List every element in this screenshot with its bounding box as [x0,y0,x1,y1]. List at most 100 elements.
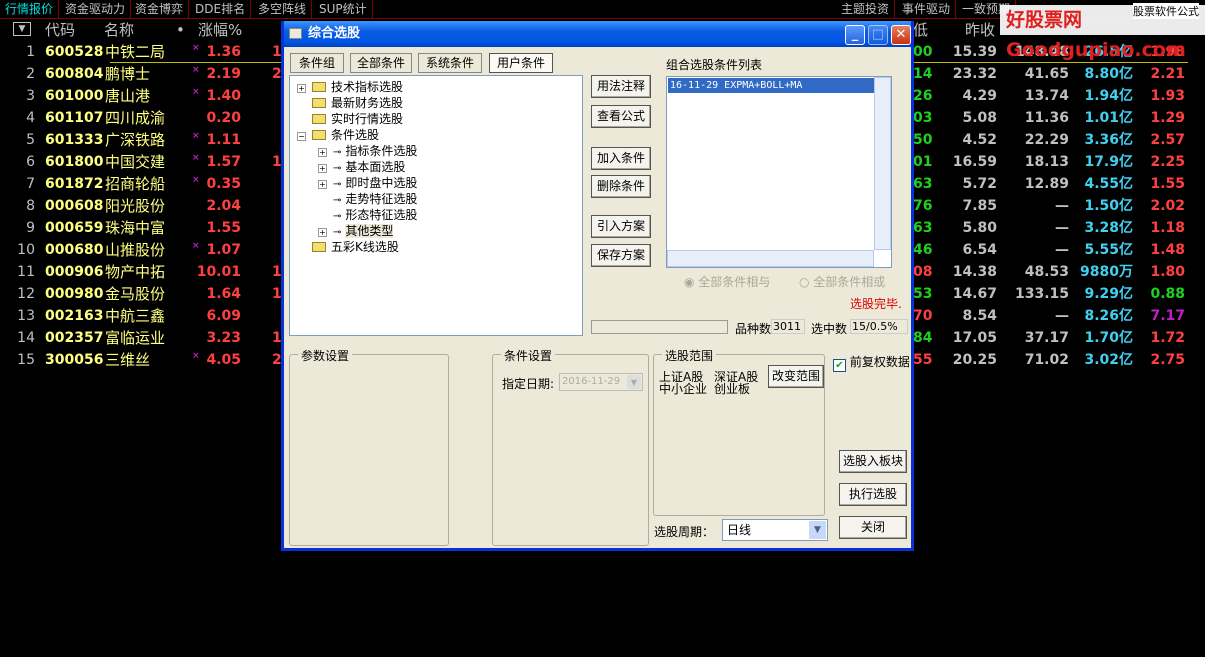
pe-ratio: 71.02 [1024,352,1069,368]
row-index: 3 [26,88,35,104]
header-low[interactable]: 低 [913,20,928,40]
top-tab[interactable]: 主题投资 [836,0,896,19]
pe-ratio: — [1055,242,1069,258]
collapse-icon[interactable]: − [297,132,306,141]
tree-node-label: 指标条件选股 [345,144,418,158]
range-label: 选股范围 [662,347,717,364]
prev-close: 7.85 [962,198,997,214]
add-condition-button[interactable]: 加入条件 [591,147,651,170]
close-icon[interactable]: ✕ [891,25,911,45]
header-prev-close[interactable]: 昨收 [965,20,995,40]
pe-ratio: 12.89 [1024,176,1069,192]
column-menu-button[interactable]: ▼ [13,22,31,36]
chevron-down-icon[interactable]: ▼ [627,375,641,389]
row-index: 4 [26,110,35,126]
stock-code: 000608 [45,198,104,214]
close-button[interactable]: 关闭 [839,516,907,539]
usage-notes-button[interactable]: 用法注释 [591,75,651,98]
save-plan-button[interactable]: 保存方案 [591,244,651,267]
change-pct: 2.19 [206,66,241,82]
volume-ratio: 2.25 [1150,154,1185,170]
view-formula-button[interactable]: 查看公式 [591,105,651,128]
tree-node-label: 技术指标选股 [331,80,404,94]
top-tab[interactable]: 事件驱动 [897,0,957,19]
execute-button[interactable]: 执行选股 [839,483,907,506]
stock-name: 鹏博士 [105,65,151,83]
header-change-pct[interactable]: 涨幅% [198,20,242,40]
expand-icon[interactable]: + [318,164,327,173]
tab-condition-group[interactable]: 条件组 [290,53,344,73]
pe-ratio: 11.36 [1024,110,1069,126]
tab-user-conditions[interactable]: 用户条件 [489,53,553,73]
tree-line [297,242,306,251]
condition-tree[interactable]: + 技术指标选股 最新财务选股 实时行情选股 − 条件选股 + ⊸ 指标条件选股 + ⊸ 基本面选股 +… [289,75,583,336]
top-tab[interactable]: 资金驱动力 [60,0,132,19]
tree-node[interactable]: 最新财务选股 [297,95,403,111]
header-name[interactable]: 名称 [104,20,134,40]
expand-icon[interactable]: + [318,228,327,237]
tab-all-conditions[interactable]: 全部条件 [350,53,412,73]
key-icon: ⊸ [333,195,342,206]
volume-ratio: 2.57 [1150,132,1185,148]
top-tab[interactable]: DDE排名 [190,0,252,19]
checkbox-check-icon[interactable]: ✔ [833,359,846,372]
top-tab[interactable]: 行情报价 [0,0,60,19]
change-pct: 4.05 [206,352,241,368]
horizontal-scrollbar[interactable] [667,250,874,267]
vertical-scrollbar[interactable] [874,77,891,250]
stock-name: 三维丝 [105,351,151,369]
pe-ratio: 48.53 [1024,264,1069,280]
expand-icon[interactable]: + [318,148,327,157]
prev-close: 5.08 [962,110,997,126]
delete-condition-button[interactable]: 删除条件 [591,175,651,198]
radio-all-or[interactable]: ○ 全部条件相或 [799,273,885,290]
chevron-down-icon[interactable]: ▼ [809,521,826,539]
change-pct: 3.23 [206,330,241,346]
row-index: 9 [26,220,35,236]
add-to-block-button[interactable]: 选股入板块 [839,450,907,473]
selected-value: 15/0.5% [850,319,908,334]
top-tab[interactable]: 资金博弈 [130,0,190,19]
top-tab[interactable]: 多空阵线 [253,0,313,19]
top-tab[interactable]: SUP统计 [314,0,373,19]
key-icon: ⊸ [333,179,342,190]
expand-icon[interactable]: + [297,84,306,93]
fq-checkbox[interactable]: ✔ 前复权数据 [833,353,910,372]
condition-list[interactable]: 16-11-29 EXPMA+BOLL+MA [666,76,892,268]
header-code[interactable]: 代码 [45,20,75,40]
prev-close: 5.80 [962,220,997,236]
maximize-button[interactable]: □ [868,25,888,45]
change-pct: 1.64 [206,286,241,302]
stock-code: 601800 [45,154,104,170]
minimize-button[interactable]: _ [845,25,865,45]
amount: 9880万 [1080,264,1133,280]
row-index: 14 [17,330,35,346]
count-value: 3011 [771,319,805,334]
tab-system-conditions[interactable]: 系统条件 [418,53,482,73]
low-partial: 70 [913,308,933,324]
period-select[interactable]: 日线 ▼ [722,519,828,541]
dialog-title-bar[interactable]: 综合选股 _ □ ✕ [284,21,911,47]
tree-node[interactable]: 实时行情选股 [297,111,403,127]
low-partial: 14 [913,66,933,82]
pe-ratio: — [1055,220,1069,236]
dialog-title: 综合选股 [308,26,361,41]
radio-all-and[interactable]: ◉ 全部条件相与 [684,273,770,290]
flag-marker: × [192,131,200,141]
tree-node[interactable]: 五彩K线选股 [297,239,399,255]
pe-ratio: 37.17 [1024,330,1069,346]
volume-ratio: 0.88 [1150,286,1185,302]
condition-settings-label: 条件设置 [501,347,556,364]
tree-node[interactable]: − 条件选股 [297,127,379,143]
expand-icon[interactable]: + [318,180,327,189]
stock-code: 600528 [45,44,104,60]
row-index: 5 [26,132,35,148]
flag-marker: × [192,87,200,97]
import-plan-button[interactable]: 引入方案 [591,215,651,238]
date-picker[interactable]: 2016-11-29 ▼ [559,373,643,391]
tree-node[interactable]: + 技术指标选股 [297,79,403,95]
change-range-button[interactable]: 改变范围 [768,365,824,388]
low-partial: 46 [913,242,933,258]
low-partial: 26 [913,88,933,104]
condition-list-item[interactable]: 16-11-29 EXPMA+BOLL+MA [668,78,874,93]
